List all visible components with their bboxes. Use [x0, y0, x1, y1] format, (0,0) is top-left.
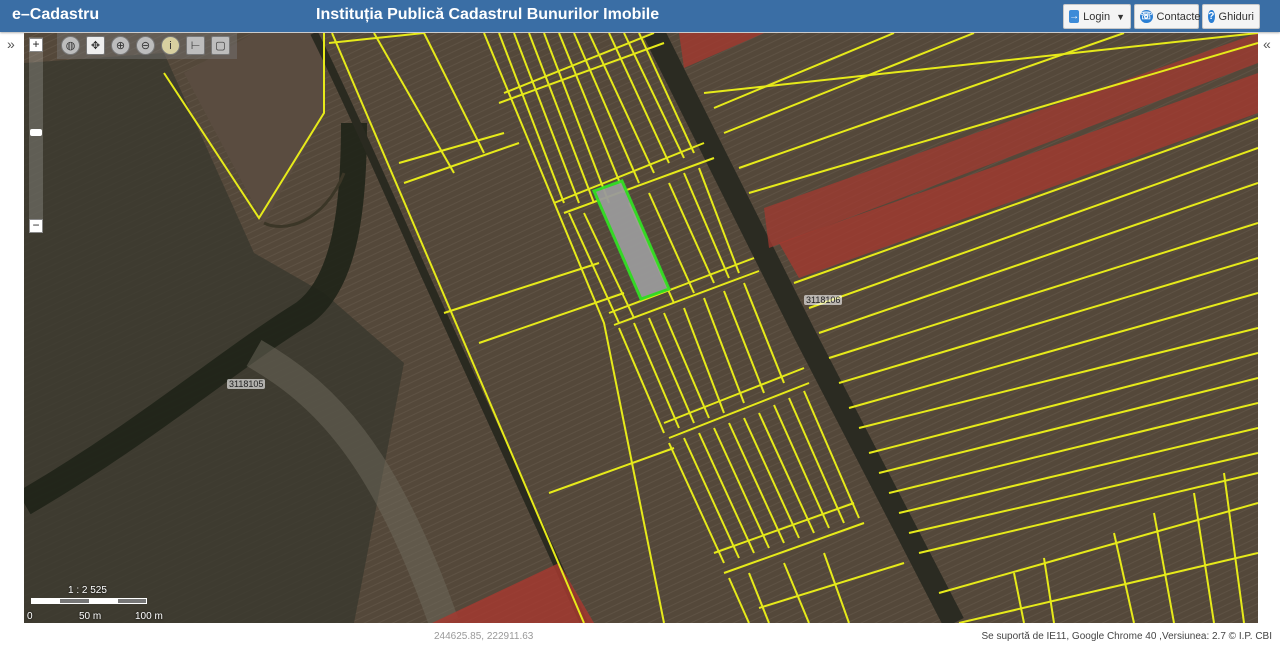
scale-bar [31, 598, 147, 604]
scale-segment [60, 599, 89, 603]
right-panel-toggle[interactable]: « [1263, 36, 1271, 52]
parcel-label: 3118106 [804, 295, 843, 305]
contacts-button[interactable]: ☏ Contacte [1134, 4, 1201, 29]
scale-ratio: 1 : 2 525 [68, 585, 107, 596]
globe-icon[interactable]: ◍ [61, 36, 80, 55]
scale-tick-label: 0 [27, 611, 33, 622]
measure-area-icon[interactable]: ▢ [211, 36, 230, 55]
zoom-in-button[interactable]: + [29, 38, 43, 52]
left-panel-toggle[interactable]: » [7, 36, 15, 52]
organization-title: Instituția Publică Cadastrul Bunurilor I… [316, 6, 660, 23]
login-icon: → [1069, 10, 1080, 23]
scale-segment [32, 599, 60, 603]
scale-tick-label: 50 m [79, 611, 102, 622]
login-button[interactable]: → Login ▼ [1063, 4, 1131, 29]
parcel-label: 3118105 [227, 379, 266, 389]
info-icon[interactable]: i [161, 36, 180, 55]
map-toolbar: ◍ ✥ ⊕ ⊖ i ⊢ ▢ [57, 33, 237, 59]
map-viewport[interactable]: 3118105 3118106 + − ◍ ✥ ⊕ ⊖ i ⊢ ▢ 1 : 2 … [24, 33, 1258, 623]
browser-support-note: Se suportă de IE11, Google Chrome 40 ,Ve… [981, 631, 1272, 642]
app-title: e–Cadastru [12, 6, 100, 23]
zoom-slider-handle[interactable] [30, 129, 42, 136]
footer-bar: 244625.85, 222911.63 Se suportă de IE11,… [0, 624, 1280, 649]
zoom-in-icon[interactable]: ⊕ [111, 36, 130, 55]
measure-distance-icon[interactable]: ⊢ [186, 36, 205, 55]
scale-segment [118, 599, 146, 603]
zoom-out-button[interactable]: − [29, 219, 43, 233]
contacts-label: Contacte [1156, 10, 1201, 23]
login-label: Login [1083, 10, 1111, 23]
caret-down-icon: ▼ [1116, 11, 1125, 22]
zoom-out-icon[interactable]: ⊖ [136, 36, 155, 55]
pan-icon[interactable]: ✥ [86, 36, 105, 55]
help-icon: ? [1208, 10, 1215, 23]
phone-icon: ☏ [1140, 10, 1153, 23]
cursor-coordinates: 244625.85, 222911.63 [434, 631, 534, 642]
guides-label: Ghiduri [1218, 10, 1254, 23]
scale-tick-label: 100 m [135, 611, 163, 622]
guides-button[interactable]: ? Ghiduri [1202, 4, 1260, 29]
scale-segment [89, 599, 118, 603]
map-imagery [24, 33, 1258, 623]
header-bar: e–Cadastru Instituția Publică Cadastrul … [0, 0, 1280, 32]
